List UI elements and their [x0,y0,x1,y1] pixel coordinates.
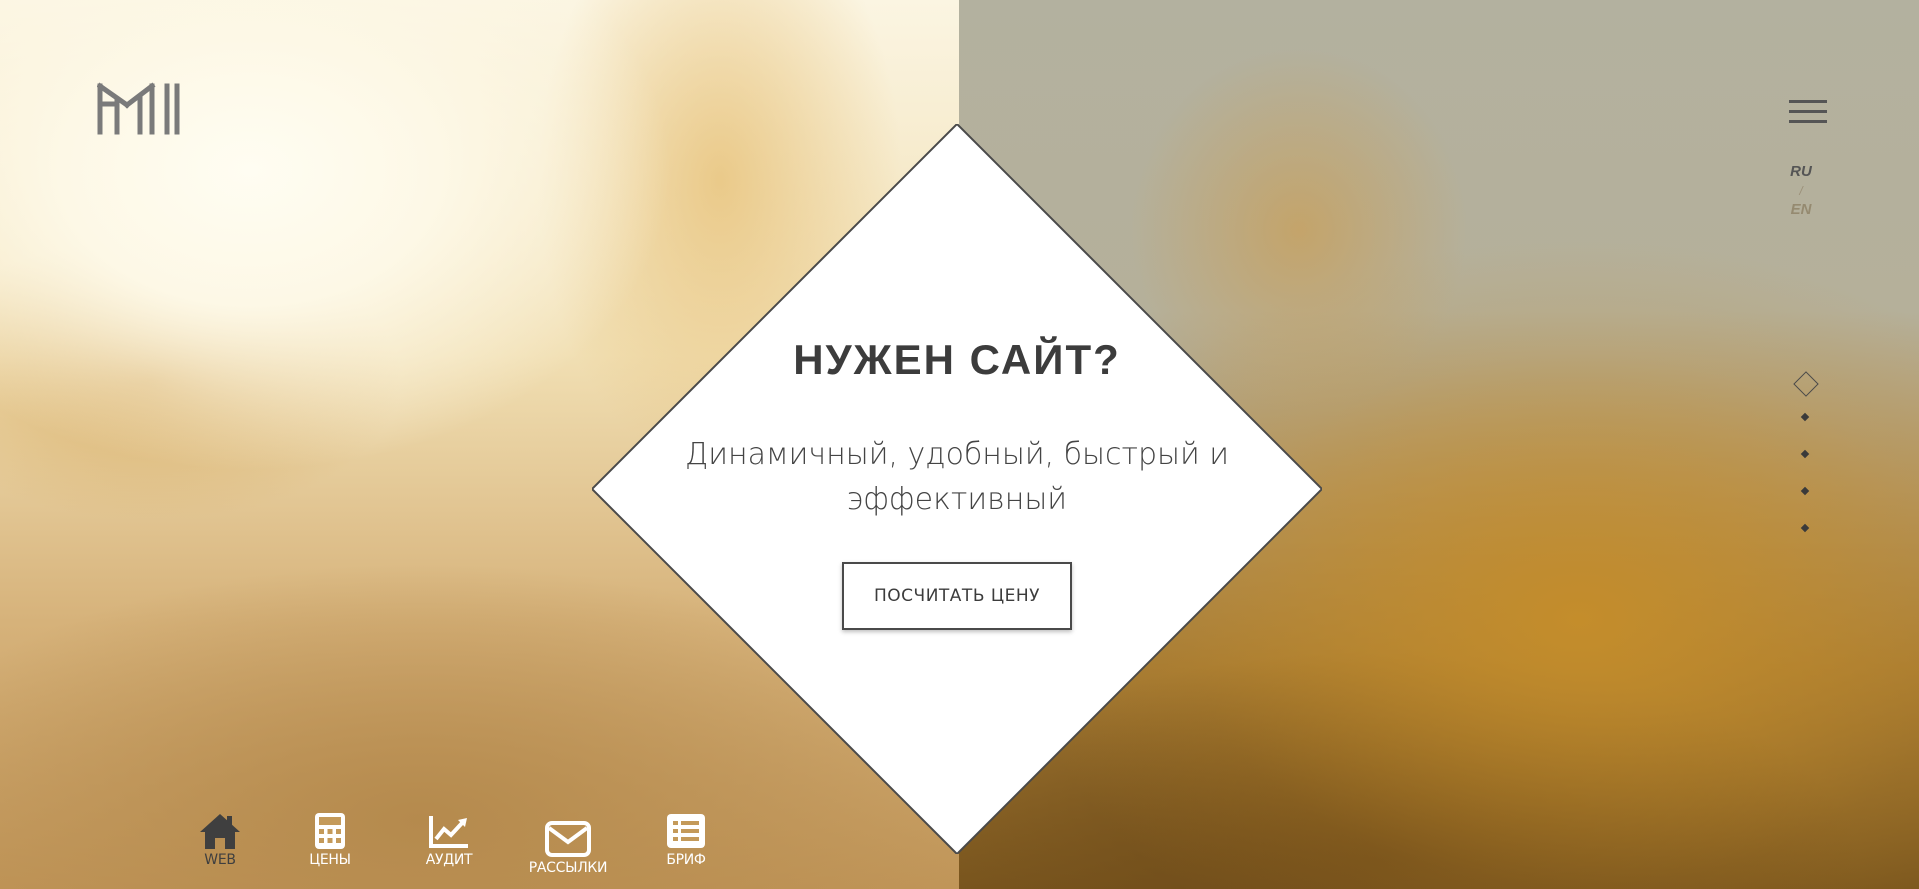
nav-item-audit[interactable]: АУДИТ [399,812,499,868]
nav-label-audit: АУДИТ [425,852,473,868]
nav-label-web: WEB [204,852,236,868]
nav-item-brief[interactable]: БРИФ [636,812,736,868]
calculator-icon [315,813,345,849]
nav-label-mailings: РАССЫЛКИ [528,860,608,876]
hamburger-line-top [1789,100,1827,103]
calculate-price-button[interactable]: ПОСЧИТАТЬ ЦЕНУ [842,562,1072,630]
nav-item-prices[interactable]: ЦЕНЫ [280,812,380,868]
hamburger-line-middle [1789,110,1827,113]
nav-item-web[interactable]: WEB [170,812,270,868]
chart-line-icon [429,816,468,848]
nav-label-prices: ЦЕНЫ [309,852,351,868]
list-icon [667,814,705,848]
menu-button[interactable] [1789,98,1829,126]
landing-page: RU / EN НУЖЕН САЙТ? Динамичный, удобный,… [0,0,1919,889]
logo-mark-icon [96,82,180,135]
nav-label-brief: БРИФ [666,852,706,868]
envelope-icon [545,821,591,857]
home-icon [200,814,240,849]
language-separator: / [1799,184,1803,198]
language-en-link[interactable]: EN [1780,200,1822,220]
language-switcher: RU / EN [1780,162,1822,220]
nav-item-mailings[interactable]: РАССЫЛКИ [518,820,618,876]
language-ru-link[interactable]: RU [1780,162,1822,182]
hero-title: НУЖЕН САЙТ? [793,336,1121,383]
brand-logo[interactable] [96,80,181,136]
hero-content: НУЖЕН САЙТ? Динамичный, удобный, быстрый… [657,330,1257,630]
hero-subtitle: Динамичный, удобный, быстрый и эффективн… [684,437,1230,517]
hamburger-line-bottom [1789,120,1827,123]
